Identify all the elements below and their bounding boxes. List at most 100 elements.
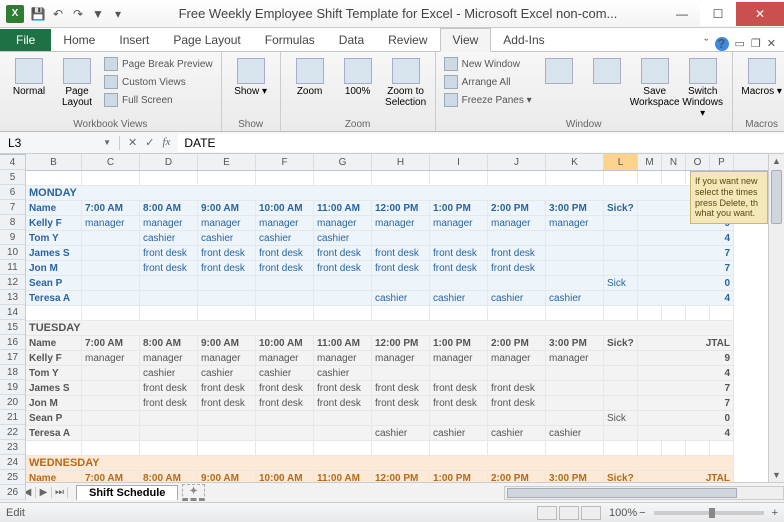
cell[interactable]	[314, 426, 372, 441]
row-header[interactable]: 4	[0, 155, 25, 170]
cell[interactable]	[82, 441, 140, 456]
cell[interactable]: 10:00 AM	[256, 471, 314, 482]
row-header[interactable]: 17	[0, 350, 25, 365]
qat-overflow-icon[interactable]: ▾	[110, 6, 126, 22]
cell[interactable]: 9:00 AM	[198, 471, 256, 482]
cell[interactable]: 4	[638, 231, 734, 246]
cell[interactable]: front desk	[256, 246, 314, 261]
row-header[interactable]: 14	[0, 305, 25, 320]
column-header[interactable]: C	[82, 154, 140, 170]
cell[interactable]: 1:00 PM	[430, 336, 488, 351]
cell[interactable]: Tom Y	[26, 231, 82, 246]
cell[interactable]: 2:00 PM	[488, 471, 546, 482]
doc-close-icon[interactable]: ✕	[767, 37, 776, 50]
cell[interactable]: Tom Y	[26, 366, 82, 381]
row-header[interactable]: 9	[0, 230, 25, 245]
cell[interactable]: Name	[26, 336, 82, 351]
name-box-dropdown-icon[interactable]: ▼	[103, 138, 111, 147]
cell[interactable]: front desk	[372, 246, 430, 261]
cell[interactable]: 9	[638, 351, 734, 366]
cell[interactable]	[82, 426, 140, 441]
cell[interactable]: manager	[82, 216, 140, 231]
cell[interactable]: 7	[638, 396, 734, 411]
fx-icon[interactable]: fx	[162, 136, 170, 149]
cell[interactable]	[604, 246, 638, 261]
row-header[interactable]: 24	[0, 455, 25, 470]
cell[interactable]	[198, 291, 256, 306]
zoom-level[interactable]: 100%	[609, 507, 637, 519]
cell[interactable]	[26, 306, 82, 321]
cell[interactable]: TUESDAY	[26, 321, 734, 336]
row-header[interactable]: 19	[0, 380, 25, 395]
cell[interactable]: cashier	[140, 231, 198, 246]
column-header[interactable]: D	[140, 154, 198, 170]
ribbon-button[interactable]: Save Workspace	[632, 54, 678, 108]
cell[interactable]	[546, 171, 604, 186]
cell[interactable]: manager	[256, 351, 314, 366]
ribbon-button[interactable]: Freeze Panes ▾	[442, 92, 534, 108]
cell[interactable]: manager	[198, 351, 256, 366]
cell[interactable]: front desk	[314, 396, 372, 411]
tab-file[interactable]: File	[0, 29, 51, 51]
cell[interactable]	[662, 171, 686, 186]
ribbon-button[interactable]: Custom Views	[102, 74, 215, 90]
sheet-last-icon[interactable]: ⏭	[52, 487, 68, 498]
cell[interactable]	[198, 411, 256, 426]
row-header[interactable]: 13	[0, 290, 25, 305]
cell[interactable]: Jon M	[26, 261, 82, 276]
ribbon-button[interactable]: Switch Windows ▾	[680, 54, 726, 119]
scroll-up-icon[interactable]: ▲	[769, 154, 784, 168]
cell[interactable]: cashier	[198, 231, 256, 246]
cell[interactable]: front desk	[140, 261, 198, 276]
cell[interactable]: Sean P	[26, 276, 82, 291]
cell[interactable]	[686, 306, 710, 321]
cell[interactable]	[26, 171, 82, 186]
cell[interactable]	[604, 291, 638, 306]
cell[interactable]	[546, 261, 604, 276]
row-header[interactable]: 18	[0, 365, 25, 380]
row-header[interactable]: 5	[0, 170, 25, 185]
cell[interactable]: James S	[26, 246, 82, 261]
ribbon-button[interactable]	[584, 54, 630, 86]
sheet-tab-active[interactable]: Shift Schedule	[76, 485, 178, 500]
ribbon-minimize-icon[interactable]: ˇ	[704, 36, 708, 51]
cell[interactable]: 0	[638, 276, 734, 291]
cell[interactable]: manager	[372, 216, 430, 231]
cell[interactable]	[638, 306, 662, 321]
ribbon-button[interactable]: Zoom to Selection	[383, 54, 429, 108]
cell[interactable]	[604, 381, 638, 396]
row-header[interactable]: 8	[0, 215, 25, 230]
cell[interactable]	[372, 231, 430, 246]
cell[interactable]	[140, 171, 198, 186]
cell[interactable]: cashier	[372, 426, 430, 441]
cell[interactable]	[314, 441, 372, 456]
cell[interactable]	[314, 291, 372, 306]
cell[interactable]: Jon M	[26, 396, 82, 411]
cell[interactable]: Teresa A	[26, 291, 82, 306]
cell[interactable]	[710, 441, 734, 456]
cell[interactable]: manager	[82, 351, 140, 366]
zoom-in-icon[interactable]: +	[772, 507, 778, 519]
cell[interactable]	[604, 216, 638, 231]
cell[interactable]	[430, 171, 488, 186]
save-icon[interactable]: 💾	[30, 6, 46, 22]
cell[interactable]	[488, 411, 546, 426]
cell[interactable]: front desk	[314, 381, 372, 396]
cell[interactable]	[488, 306, 546, 321]
cell[interactable]: Kelly F	[26, 351, 82, 366]
tab-page-layout[interactable]: Page Layout	[161, 29, 252, 51]
cell[interactable]: cashier	[256, 231, 314, 246]
cell[interactable]	[314, 411, 372, 426]
cell[interactable]	[604, 306, 638, 321]
cell[interactable]	[430, 231, 488, 246]
cell[interactable]: 11:00 AM	[314, 471, 372, 482]
cell[interactable]: front desk	[256, 396, 314, 411]
cell[interactable]: 12:00 PM	[372, 336, 430, 351]
cell[interactable]	[256, 411, 314, 426]
cell[interactable]	[546, 381, 604, 396]
cell[interactable]: MONDAY	[26, 186, 734, 201]
cell[interactable]: 1:00 PM	[430, 201, 488, 216]
cell[interactable]	[140, 426, 198, 441]
cell[interactable]: 4	[638, 366, 734, 381]
column-header[interactable]: O	[686, 154, 710, 170]
